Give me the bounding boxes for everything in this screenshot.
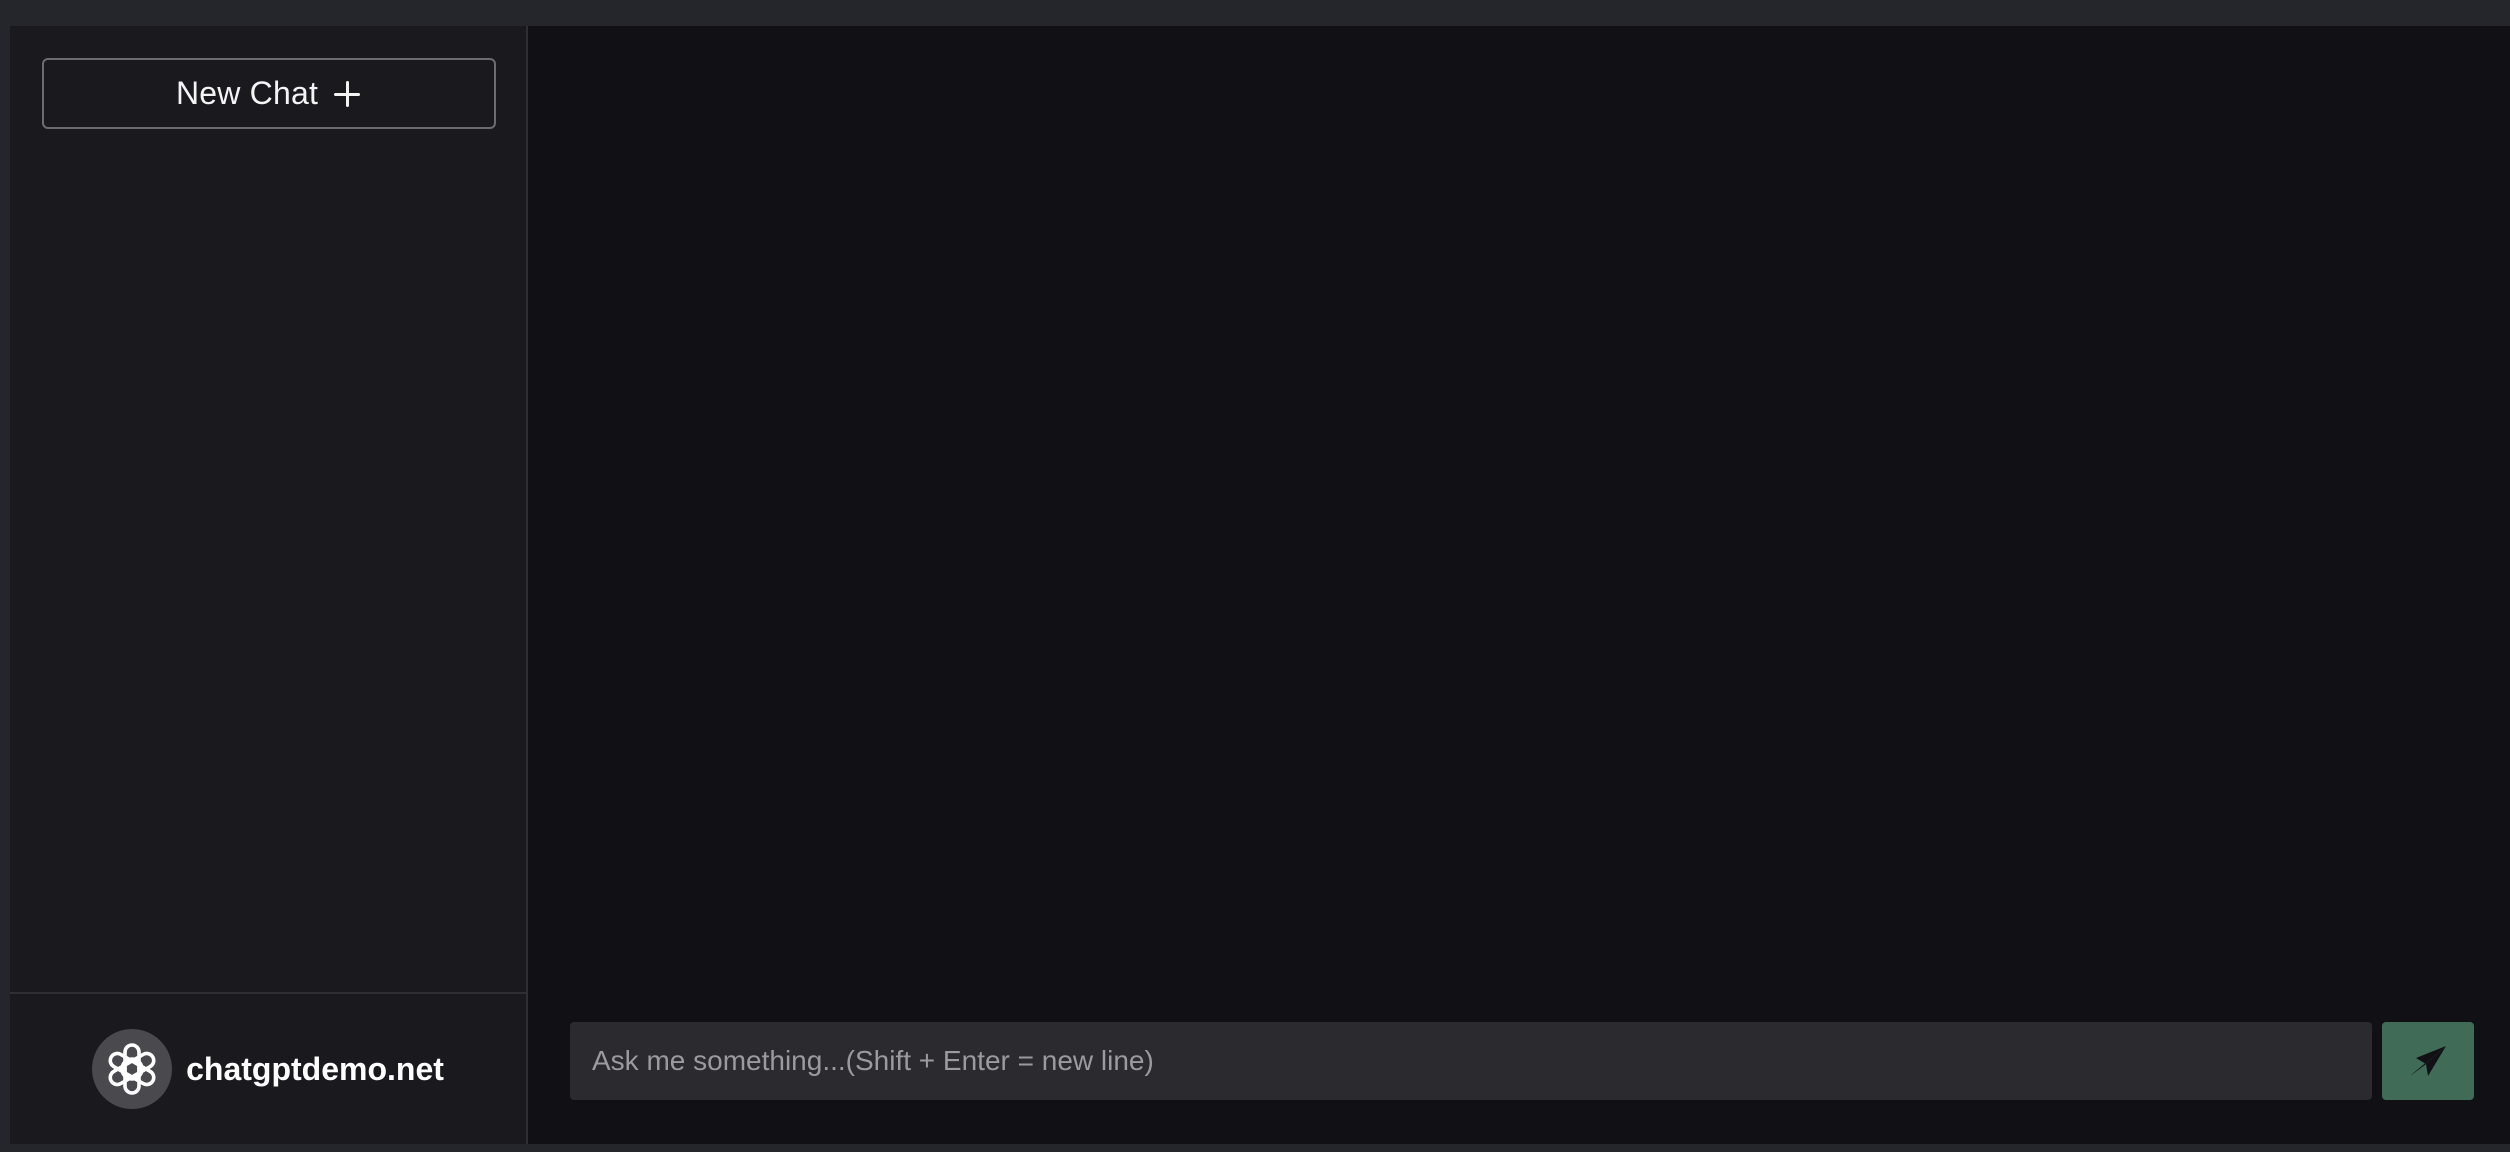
openai-logo-icon-svg	[108, 1043, 156, 1095]
brand-name[interactable]: chatgptdemo.net	[186, 1051, 444, 1088]
sidebar-footer: chatgptdemo.net	[10, 992, 526, 1144]
openai-logo-icon	[92, 1029, 173, 1109]
chat-app: New Chat chatgptdemo.net	[10, 26, 2510, 1144]
plus-icon	[332, 79, 362, 109]
message-composer	[570, 1022, 2474, 1102]
new-chat-button[interactable]: New Chat	[42, 58, 496, 129]
send-button[interactable]	[2382, 1022, 2474, 1100]
message-input[interactable]	[570, 1022, 2372, 1100]
chat-main-area	[528, 26, 2510, 1144]
sidebar-chat-list: New Chat	[10, 26, 526, 992]
sidebar: New Chat chatgptdemo.net	[10, 26, 528, 1144]
new-chat-label: New Chat	[175, 75, 319, 111]
send-icon	[2410, 1046, 2446, 1076]
